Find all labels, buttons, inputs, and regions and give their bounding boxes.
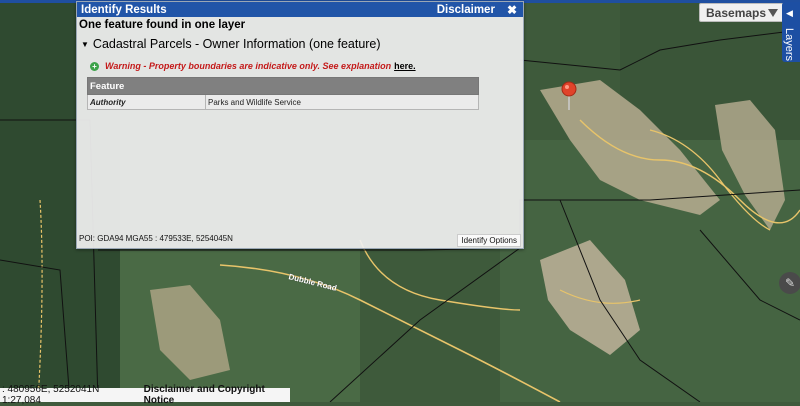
pencil-icon[interactable]: ✎ <box>779 272 800 294</box>
location-pin-icon[interactable] <box>561 81 577 97</box>
status-bar: : 480956E, 5252041N 1:27,084 Disclaimer … <box>0 384 290 406</box>
warning-text: Warning - Property boundaries are indica… <box>105 61 392 71</box>
warning-row: + Warning - Property boundaries are indi… <box>90 61 523 71</box>
panel-header: Identify Results Disclaimer ✖ <box>77 2 523 17</box>
cursor-coordinates: : 480956E, 5252041N 1:27,084 <box>2 384 100 406</box>
layer-group-toggle[interactable]: ▼ Cadastral Parcels - Owner Information … <box>81 37 523 51</box>
chevron-left-icon: ◀ <box>786 8 793 18</box>
identify-options-button[interactable]: Identify Options <box>457 234 521 247</box>
attribute-value: Parks and Wildlife Service <box>205 94 479 110</box>
layers-label: Layers <box>783 28 795 62</box>
table-row: Authority Parks and Wildlife Service <box>87 94 479 110</box>
attribute-key: Authority <box>87 94 206 110</box>
chevron-down-icon <box>768 8 778 17</box>
close-icon[interactable]: ✖ <box>507 4 517 16</box>
add-icon[interactable]: + <box>90 61 99 71</box>
basemaps-label: Basemaps <box>706 5 767 20</box>
layer-title: Cadastral Parcels - Owner Information (o… <box>92 37 381 51</box>
feature-table-header: Feature <box>87 77 479 95</box>
identify-results-panel: Identify Results Disclaimer ✖ One featur… <box>76 1 524 249</box>
panel-title: Identify Results <box>81 3 167 16</box>
disclaimer-copyright-link[interactable]: Disclaimer and Copyright Notice <box>144 384 290 406</box>
layers-tab[interactable]: ◀ Layers <box>782 2 800 62</box>
disclaimer-link[interactable]: Disclaimer <box>437 4 495 16</box>
results-summary: One feature found in one layer <box>79 19 246 31</box>
basemaps-dropdown[interactable]: Basemaps <box>699 3 785 22</box>
poi-coordinates: POI: GDA94 MGA55 : 479533E, 5254045N <box>79 234 233 243</box>
feature-table: Feature Authority Parks and Wildlife Ser… <box>87 77 479 110</box>
expand-triangle-icon: ▼ <box>81 39 89 49</box>
explanation-link[interactable]: here. <box>394 61 416 71</box>
